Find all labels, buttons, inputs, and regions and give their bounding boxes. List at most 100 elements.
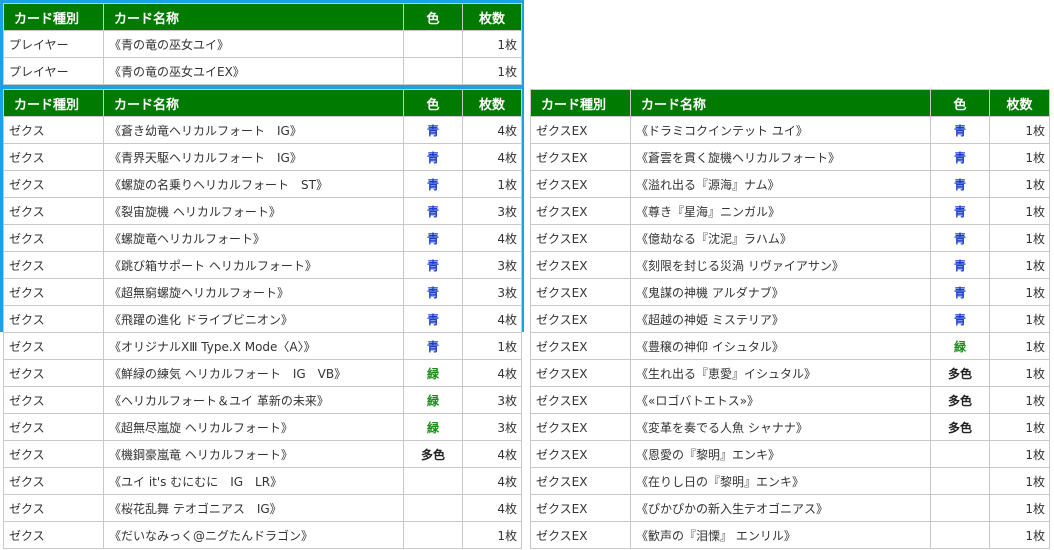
card-type-cell: ゼクスEX: [530, 494, 631, 522]
card-count-cell: 1枚: [989, 197, 1050, 225]
card-count-cell: 3枚: [462, 197, 522, 225]
card-color-cell: [403, 521, 463, 549]
header-card-name: カード名称: [630, 89, 931, 117]
table-row: ゼクス 《超無窮螺旋ヘリカルフォート》青 3枚: [3, 278, 522, 306]
card-type-cell: ゼクスEX: [530, 521, 631, 549]
card-name-cell: 《在りし日の『黎明』エンキ》: [630, 467, 931, 495]
card-count-cell: 1枚: [462, 57, 522, 85]
card-color-cell: 青: [930, 251, 990, 279]
card-count-cell: 1枚: [989, 224, 1050, 252]
card-type-cell: ゼクスEX: [530, 305, 631, 333]
card-count-cell: 1枚: [989, 386, 1050, 414]
card-type-cell: プレイヤー: [3, 30, 104, 58]
zex-ex-card-table: カード種別 カード名称 色 枚数 ゼクスEX 《ドラミコクインテット ユイ》青 1枚…: [530, 89, 1050, 549]
table-row: ゼクスEX 《ぴかぴかの新入生テオゴニアス》 1枚: [530, 494, 1050, 522]
card-name-cell: 《鬼謀の神機 アルダナブ》: [630, 278, 931, 306]
table-row: ゼクス 《裂宙旋機 ヘリカルフォート》青 3枚: [3, 197, 522, 225]
card-count-cell: 4枚: [462, 305, 522, 333]
card-name-cell: 《超越の神姫 ミステリア》: [630, 305, 931, 333]
card-count-cell: 1枚: [989, 467, 1050, 495]
card-name-cell: 《飛躍の進化 ドライブビニオン》: [103, 305, 404, 333]
card-name-cell: 《青の竜の巫女ユイ》: [103, 30, 404, 58]
table-row: ゼクス 《桜花乱舞 テオゴニアス IG》 4枚: [3, 494, 522, 522]
table-row: ゼクス 《螺旋の名乗りヘリカルフォート ST》青 1枚: [3, 170, 522, 198]
card-color-cell: [930, 440, 990, 468]
header-color: 色: [403, 89, 463, 117]
table-row: ゼクスEX 《尊き『星海』ニンガル》青 1枚: [530, 197, 1050, 225]
card-name-cell: 《恩愛の『黎明』エンキ》: [630, 440, 931, 468]
table-row: ゼクスEX 《豊穣の神仰 イシュタル》緑 1枚: [530, 332, 1050, 360]
table-row: ゼクス 《機鋼豪嵐竜 ヘリカルフォート》 多色 4枚: [3, 440, 522, 468]
header-color: 色: [403, 3, 463, 31]
card-name-cell: 《歓声の『泪慄』 エンリル》: [630, 521, 931, 549]
card-name-cell: 《«ロゴバトエトス»》: [630, 386, 931, 414]
card-name-cell: 《溢れ出る『源海』ナム》: [630, 170, 931, 198]
card-type-cell: ゼクスEX: [530, 332, 631, 360]
card-count-cell: 4枚: [462, 467, 522, 495]
card-color-cell: 緑: [403, 359, 463, 387]
card-type-cell: ゼクス: [3, 494, 104, 522]
table-row: ゼクス 《鮮緑の練気 ヘリカルフォート IG VB》緑 4枚: [3, 359, 522, 387]
table-row: ゼクスEX 《刻限を封じる災渦 リヴァイアサン》青 1枚: [530, 251, 1050, 279]
card-color-cell: [403, 30, 463, 58]
table-row: ゼクスEX 《歓声の『泪慄』 エンリル》 1枚: [530, 521, 1050, 549]
card-color-cell: 青: [403, 305, 463, 333]
card-name-cell: 《ヘリカルフォート＆ユイ 革新の未来》: [103, 386, 404, 414]
card-name-cell: 《鮮緑の練気 ヘリカルフォート IG VB》: [103, 359, 404, 387]
header-card-name: カード名称: [103, 89, 404, 117]
card-count-cell: 1枚: [462, 332, 522, 360]
card-type-cell: ゼクスEX: [530, 359, 631, 387]
card-name-cell: 《螺旋の名乗りヘリカルフォート ST》: [103, 170, 404, 198]
card-type-cell: ゼクス: [3, 359, 104, 387]
zex-card-table: カード種別 カード名称 色 枚数 ゼクス 《蒼き幼竜ヘリカルフォート IG》青 4枚…: [3, 89, 522, 549]
card-color-cell: 青: [403, 116, 463, 144]
card-type-cell: ゼクスEX: [530, 386, 631, 414]
card-count-cell: 1枚: [989, 332, 1050, 360]
card-color-cell: 青: [403, 251, 463, 279]
card-count-cell: 4枚: [462, 116, 522, 144]
card-name-cell: 《螺旋竜ヘリカルフォート》: [103, 224, 404, 252]
card-count-cell: 1枚: [462, 521, 522, 549]
card-count-cell: 1枚: [989, 251, 1050, 279]
card-name-cell: 《跳び箱サポート ヘリカルフォート》: [103, 251, 404, 279]
card-color-cell: [930, 467, 990, 495]
card-count-cell: 1枚: [989, 440, 1050, 468]
table-header-row: カード種別 カード名称 色 枚数: [3, 3, 522, 31]
card-name-cell: 《刻限を封じる災渦 リヴァイアサン》: [630, 251, 931, 279]
card-name-cell: 《オリジナルXⅢ Type.X Mode〈A〉》: [103, 332, 404, 360]
table-row: ゼクス 《ヘリカルフォート＆ユイ 革新の未来》緑 3枚: [3, 386, 522, 414]
card-type-cell: ゼクスEX: [530, 197, 631, 225]
card-color-cell: [403, 494, 463, 522]
table-row: ゼクスEX 《溢れ出る『源海』ナム》青 1枚: [530, 170, 1050, 198]
card-type-cell: ゼクスEX: [530, 413, 631, 441]
table-row: ゼクスEX 《超越の神姫 ミステリア》青 1枚: [530, 305, 1050, 333]
table-row: ゼクス 《ユイ it's むにむに IG LR》 4枚: [3, 467, 522, 495]
card-name-cell: 《桜花乱舞 テオゴニアス IG》: [103, 494, 404, 522]
card-count-cell: 3枚: [462, 251, 522, 279]
card-name-cell: 《超無尽嵐旋 ヘリカルフォート》: [103, 413, 404, 441]
card-count-cell: 1枚: [989, 278, 1050, 306]
card-count-cell: 4枚: [462, 224, 522, 252]
card-type-cell: ゼクスEX: [530, 278, 631, 306]
card-color-cell: 青: [930, 143, 990, 171]
card-color-cell: 青: [403, 143, 463, 171]
table-row: ゼクスEX 《«ロゴバトエトス»》 多色 1枚: [530, 386, 1050, 414]
header-card-type: カード種別: [3, 3, 104, 31]
card-count-cell: 4枚: [462, 494, 522, 522]
table-row: ゼクス 《超無尽嵐旋 ヘリカルフォート》緑 3枚: [3, 413, 522, 441]
header-count: 枚数: [462, 89, 522, 117]
card-color-cell: 多色: [403, 440, 463, 468]
card-color-cell: 青: [403, 224, 463, 252]
card-type-cell: ゼクスEX: [530, 440, 631, 468]
card-type-cell: ゼクス: [3, 521, 104, 549]
header-card-name: カード名称: [103, 3, 404, 31]
table-row: プレイヤー 《青の竜の巫女ユイEX》 1枚: [3, 57, 522, 85]
card-type-cell: ゼクス: [3, 278, 104, 306]
card-color-cell: 青: [930, 116, 990, 144]
card-name-cell: 《裂宙旋機 ヘリカルフォート》: [103, 197, 404, 225]
card-name-cell: 《ユイ it's むにむに IG LR》: [103, 467, 404, 495]
card-count-cell: 3枚: [462, 386, 522, 414]
card-color-cell: 青: [403, 332, 463, 360]
card-color-cell: 青: [930, 197, 990, 225]
card-type-cell: ゼクス: [3, 197, 104, 225]
